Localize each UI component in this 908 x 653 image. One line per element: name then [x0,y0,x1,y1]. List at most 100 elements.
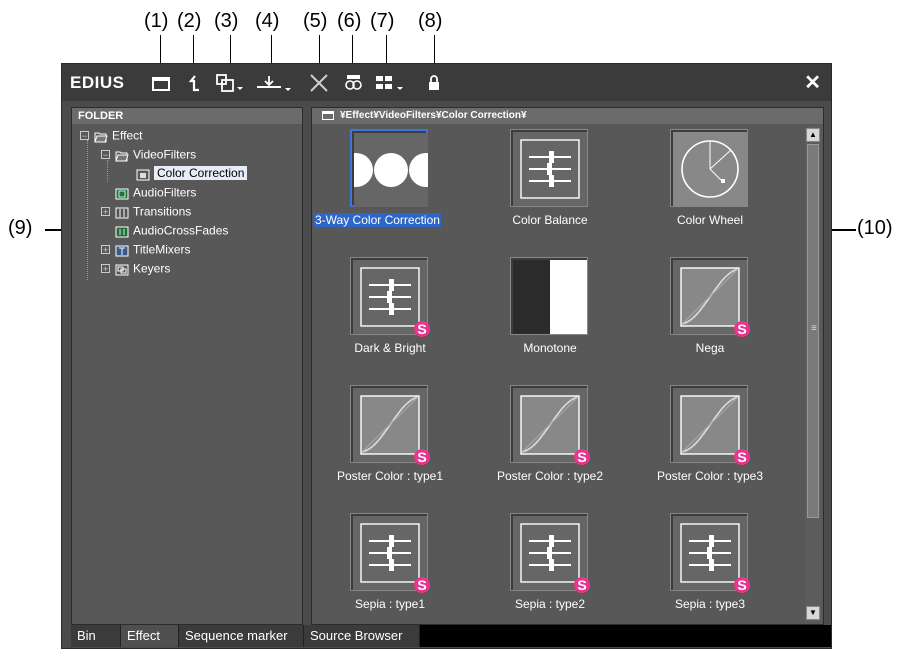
system-preset-badge-icon: S [731,318,750,337]
tree-item-titlemixers[interactable]: + TitleMixers [101,240,191,259]
effect-item[interactable]: Color Wheel [630,126,790,254]
effect-folder-icon [136,168,150,181]
tree-item-color-correction[interactable]: Color Correction [136,164,248,183]
svg-text:S: S [417,449,426,465]
callout-2: (2) [177,10,202,32]
effect-item-label: Color Wheel [676,213,744,227]
effect-thumbnail[interactable]: S [350,513,430,593]
folder-icon [322,110,334,120]
tree-item-videofilters[interactable]: − VideoFilters [101,145,196,164]
callout-9: (9) [8,217,33,239]
tree-item-label: Color Correction [154,166,248,181]
effect-item[interactable]: 3-Way Color Correction [310,126,470,254]
lock-icon[interactable] [423,72,445,94]
system-preset-badge-icon: S [571,574,590,593]
vertical-scrollbar[interactable]: ▲ ≡ ▼ [805,126,821,622]
svg-text:S: S [417,577,426,593]
effect-item[interactable]: S Dark & Bright [310,254,470,382]
effect-thumbnail[interactable] [350,129,428,207]
effect-item[interactable]: S Sepia : type1 [310,510,470,638]
effect-thumbnail[interactable]: S [350,385,430,465]
copy-icon[interactable] [214,72,254,94]
scroll-down-button[interactable]: ▼ [806,606,820,620]
audio-crossfade-folder-icon [115,225,129,238]
effect-thumbnail[interactable]: S [510,513,590,593]
open-folder-icon [115,149,129,162]
property-icon[interactable] [342,72,364,94]
effect-item[interactable]: Color Balance [470,126,630,254]
grip-icon: ≡ [811,323,817,334]
tree-item-label: Transitions [133,204,192,219]
system-preset-badge-icon: S [571,446,590,465]
tree-item-keyers[interactable]: + Keyers [101,259,170,278]
new-folder-icon[interactable] [150,72,172,94]
svg-text:S: S [737,577,746,593]
effect-item[interactable]: Monotone [470,254,630,382]
tree-item-label: Keyers [133,261,171,276]
effect-thumbnail[interactable]: S [670,257,750,337]
effect-thumbnail[interactable] [510,129,588,207]
effect-item[interactable]: S Poster Color : type1 [310,382,470,510]
effect-item-label: 3-Way Color Correction [314,213,441,227]
tree-item-label: VideoFilters [133,147,197,162]
effect-thumbnail[interactable] [510,257,588,335]
svg-text:S: S [417,321,426,337]
effect-thumbnail[interactable]: S [670,513,750,593]
effect-item-label: Dark & Bright [354,341,426,355]
transition-folder-icon [115,206,129,219]
breadcrumb-path: ¥Effect¥VideoFilters¥Color Correction¥ [340,110,527,121]
system-preset-badge-icon: S [411,318,430,337]
collapse-icon[interactable]: − [80,131,89,141]
effect-item[interactable]: S Nega [630,254,790,382]
effect-item-label: Poster Color : type1 [336,469,444,483]
effect-item-label: Nega [695,341,725,355]
callout-3: (3) [214,10,239,32]
tab-sequence-marker[interactable]: Sequence marker [179,625,304,647]
close-button[interactable]: ✕ [804,70,821,95]
tab-source-browser[interactable]: Source Browser [304,625,420,647]
system-preset-badge-icon: S [411,446,430,465]
effect-item[interactable]: S Sepia : type3 [630,510,790,638]
tree-guide [87,140,88,280]
effect-item[interactable]: S Sepia : type2 [470,510,630,638]
effect-item-label: Sepia : type1 [354,597,426,611]
scrollbar-thumb[interactable]: ≡ [807,144,819,518]
import-icon[interactable] [255,72,297,94]
tree-item-transitions[interactable]: + Transitions [101,202,191,221]
svg-text:S: S [577,449,586,465]
view-mode-icon[interactable] [374,72,410,94]
tab-effect[interactable]: Effect [121,625,179,647]
tree-item-effect[interactable]: − Effect [80,126,142,145]
expand-icon[interactable]: + [101,264,110,274]
system-preset-badge-icon: S [731,446,750,465]
svg-text:S: S [737,449,746,465]
expand-icon[interactable]: + [101,207,110,217]
callout-4: (4) [255,10,280,32]
scroll-up-button[interactable]: ▲ [806,128,820,142]
folder-header: FOLDER [72,108,302,124]
expand-icon[interactable]: + [101,245,110,255]
effect-item[interactable]: S Poster Color : type2 [470,382,630,510]
effect-item-label: Sepia : type2 [514,597,586,611]
effect-thumbnail[interactable]: S [670,385,750,465]
callout-7: (7) [370,10,395,32]
tree-item-audiofilters[interactable]: AudioFilters [115,183,196,202]
app-title: EDIUS [70,73,125,92]
title-mixer-folder-icon [115,244,129,257]
tree-item-audiocrossfades[interactable]: AudioCrossFades [115,221,228,240]
breadcrumb: ¥Effect¥VideoFilters¥Color Correction¥ [312,108,823,124]
effect-grid: 3-Way Color Correction Color Balance Color… [312,126,800,624]
keyer-folder-icon [115,263,129,276]
up-folder-icon[interactable] [184,72,206,94]
effect-thumbnail[interactable]: S [510,385,590,465]
open-folder-icon [94,130,108,143]
effect-item[interactable]: S Poster Color : type3 [630,382,790,510]
folder-view: FOLDER − Effect − VideoFilters Color Corre… [71,107,303,625]
tree-item-label: AudioCrossFades [133,223,229,238]
collapse-icon[interactable]: − [101,150,110,160]
delete-icon[interactable] [308,72,330,94]
effect-thumbnail[interactable]: S [350,257,430,337]
title-bar: EDIUS ✕ [62,64,831,101]
tab-bin[interactable]: Bin [71,625,121,647]
effect-thumbnail[interactable] [670,129,748,207]
